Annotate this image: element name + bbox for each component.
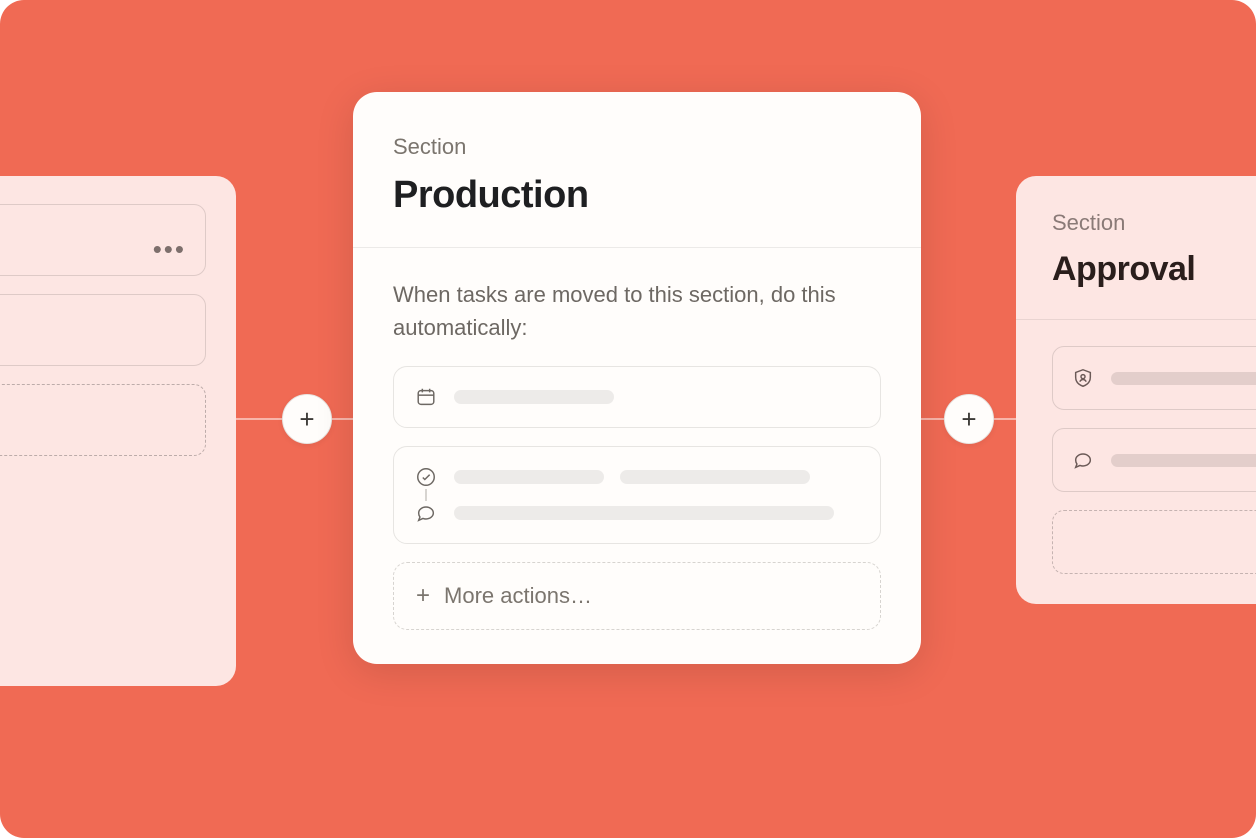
rule-text-placeholder xyxy=(454,390,614,404)
rule-text-placeholder xyxy=(454,470,604,484)
divider xyxy=(1016,319,1256,320)
section-description: When tasks are moved to this section, do… xyxy=(393,278,881,344)
rule-connector xyxy=(425,489,427,501)
check-circle-icon xyxy=(414,465,438,489)
add-section-button-left[interactable]: + xyxy=(282,394,332,444)
section-eyebrow: Section xyxy=(393,134,881,160)
more-actions-button[interactable]: + More actions… xyxy=(393,562,881,630)
add-rule-placeholder[interactable] xyxy=(0,384,206,456)
workflow-canvas: ••• + Section Production When tasks are … xyxy=(0,0,1256,838)
rule-text-placeholder xyxy=(620,470,810,484)
assignee-icon xyxy=(1071,366,1095,390)
more-actions-label: More actions… xyxy=(444,583,592,609)
plus-icon: + xyxy=(416,584,430,608)
calendar-icon xyxy=(414,385,438,409)
section-card-next: Section Approval xyxy=(1016,176,1256,604)
plus-icon: + xyxy=(961,404,976,435)
add-section-button-right[interactable]: + xyxy=(944,394,994,444)
more-options-icon[interactable]: ••• xyxy=(153,234,186,265)
automation-rule[interactable] xyxy=(1052,346,1256,410)
rule-text-placeholder xyxy=(1111,454,1256,467)
plus-icon: + xyxy=(299,404,314,435)
automation-rule[interactable] xyxy=(1052,428,1256,492)
rule-text-placeholder xyxy=(1111,372,1256,385)
rule-text-placeholder xyxy=(454,506,834,520)
automation-rule[interactable] xyxy=(393,446,881,544)
comment-icon xyxy=(1071,448,1095,472)
section-card-current: Section Production When tasks are moved … xyxy=(353,92,921,664)
comment-icon xyxy=(414,501,438,525)
rule-placeholder[interactable] xyxy=(0,294,206,366)
section-title: Production xyxy=(393,174,881,217)
section-card-prev: ••• xyxy=(0,176,236,686)
section-header: Section Production xyxy=(353,92,921,248)
section-eyebrow: Section xyxy=(1052,210,1256,236)
section-title: Approval xyxy=(1052,250,1256,289)
add-rule-placeholder[interactable] xyxy=(1052,510,1256,574)
automation-rule[interactable] xyxy=(393,366,881,428)
